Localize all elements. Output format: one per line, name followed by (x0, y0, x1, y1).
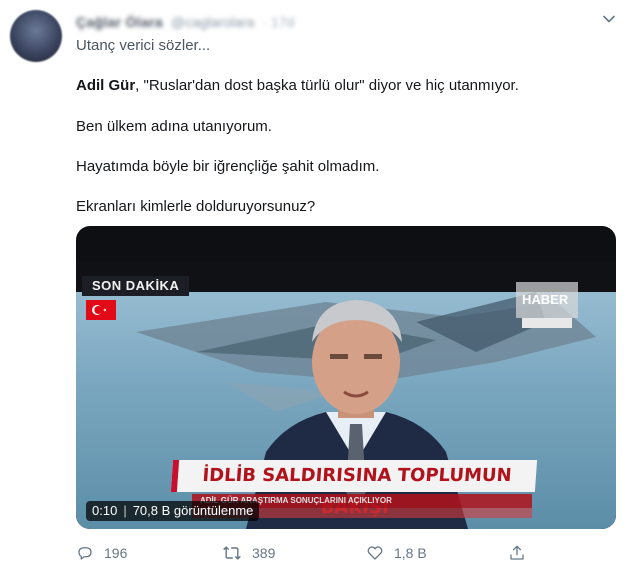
lower-third-headline: İDLİB SALDIRISINA TOPLUMUN BAKIŞI (170, 460, 538, 518)
share-button[interactable] (508, 540, 526, 566)
share-icon (510, 545, 524, 560)
author-display-name[interactable]: Çağlar Ölara (76, 14, 163, 30)
separator: | (123, 503, 127, 518)
video-thumbnail: SON DAKİKA HABER İDLİB SALDIRISINA TOPLU… (76, 262, 616, 529)
video-status-badge: 0:10 | 70,8 B görüntülenme (86, 501, 260, 521)
retweet-button[interactable]: 389 (222, 540, 275, 566)
view-count: 70,8 B görüntülenme (132, 503, 254, 518)
tweet-quote-line: Adil Gür, "Ruslar'dan dost başka türlü o… (76, 76, 519, 96)
tweet-text-line: Ben ülkem adına utanıyorum. (76, 118, 272, 135)
avatar[interactable] (10, 10, 62, 62)
mentioned-name: Adil Gür (76, 77, 136, 94)
quote-text: , "Ruslar'dan dost başka türlü olur" diy… (135, 77, 519, 94)
tweet[interactable]: Çağlar Ölara @caglarolara · 17d Utanç ve… (0, 0, 640, 573)
tv-breaking-news-logo: SON DAKİKA (82, 276, 190, 296)
chevron-down-icon (603, 15, 615, 23)
tweet-actions: 196 389 1,8 B (76, 540, 616, 566)
turkish-flag-icon (86, 300, 116, 320)
video-time: 0:10 (92, 503, 118, 518)
author-handle[interactable]: @caglarolara (171, 14, 254, 30)
video-frame: SON DAKİKA HABER İDLİB SALDIRISINA TOPLU… (76, 262, 616, 529)
like-button[interactable]: 1,8 B (366, 540, 427, 566)
more-options-button[interactable] (598, 8, 620, 30)
channel-name: HABER (522, 292, 569, 307)
tweet-header: Çağlar Ölara @caglarolara · 17d (76, 12, 294, 32)
reply-icon (78, 547, 92, 560)
tweet-text-line: Ekranları kimlerle dolduruyorsunuz? (76, 198, 316, 215)
reply-button[interactable]: 196 (76, 540, 127, 566)
retweet-icon (223, 546, 241, 560)
reply-count: 196 (104, 545, 128, 561)
like-count: 1,8 B (394, 545, 427, 561)
tweet-text-line: Utanç verici sözler... (76, 37, 211, 54)
heart-icon (367, 546, 383, 560)
retweet-count: 389 (252, 545, 276, 561)
tweet-timestamp[interactable]: · 17d (262, 14, 294, 30)
tweet-text-line: Hayatımda böyle bir iğrençliğe şahit olm… (76, 158, 380, 175)
video-player[interactable]: SON DAKİKA HABER İDLİB SALDIRISINA TOPLU… (76, 226, 616, 529)
